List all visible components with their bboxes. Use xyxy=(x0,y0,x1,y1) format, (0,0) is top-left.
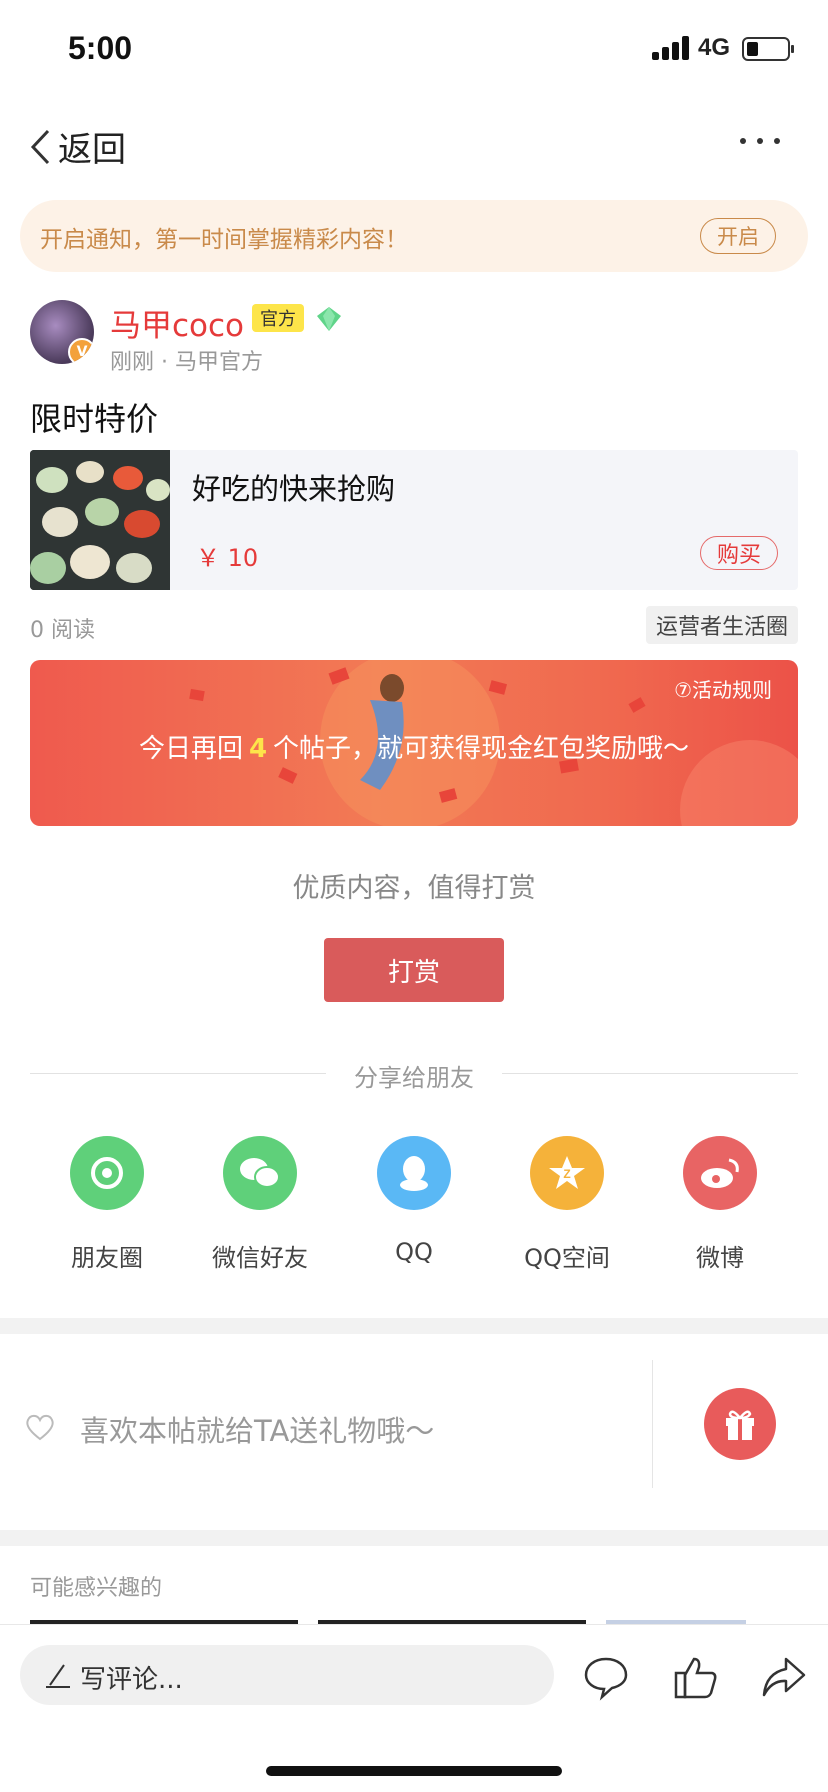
signal-icon xyxy=(652,36,690,60)
notification-banner: 开启通知，第一时间掌握精彩内容！ 开启 xyxy=(20,200,808,272)
share-heading-label: 分享给朋友 xyxy=(354,1064,474,1092)
share-moments[interactable]: 朋友圈 xyxy=(42,1136,172,1273)
recommend-heading: 可能感兴趣的 xyxy=(30,1576,163,1601)
circle-tag[interactable]: 运营者生活圈 xyxy=(645,606,798,644)
share-qzone-label: QQ空间 xyxy=(524,1244,610,1272)
status-time: 5:00 xyxy=(68,30,133,66)
back-label: 返回 xyxy=(58,130,126,170)
banner-message-prefix: 今日再回 xyxy=(138,734,243,764)
product-name: 好吃的快来抢购 xyxy=(192,472,396,506)
heart-icon[interactable] xyxy=(24,1412,56,1442)
comment-placeholder: 写评论... xyxy=(80,1665,183,1695)
gift-prompt: 喜欢本帖就给TA送礼物哦～ xyxy=(80,1414,435,1448)
network-label: 4G xyxy=(698,34,731,61)
read-count: 0 阅读 xyxy=(30,618,95,643)
back-button[interactable]: 返回 xyxy=(28,122,126,171)
wechat-icon xyxy=(223,1136,297,1210)
svg-text:Z: Z xyxy=(563,1167,570,1181)
bottom-action-bar: 写评论... xyxy=(0,1624,828,1734)
notification-text: 开启通知，第一时间掌握精彩内容！ xyxy=(40,227,408,253)
share-qzone[interactable]: Z QQ空间 xyxy=(502,1136,632,1273)
product-image xyxy=(30,450,170,590)
verified-badge: V xyxy=(68,338,94,364)
diamond-icon xyxy=(317,307,341,331)
nav-bar: 返回 xyxy=(0,98,828,190)
battery-icon xyxy=(742,37,794,61)
like-icon[interactable] xyxy=(672,1653,720,1701)
reward-activity-banner[interactable]: ⑦活动规则 今日再回 4 个帖子，就可获得现金红包奖励哦～ xyxy=(30,660,798,826)
share-weibo[interactable]: 微博 xyxy=(655,1136,785,1273)
divider xyxy=(652,1360,653,1488)
qzone-icon: Z xyxy=(530,1136,604,1210)
weibo-icon xyxy=(683,1136,757,1210)
home-indicator xyxy=(266,1766,562,1776)
banner-count: 4 xyxy=(248,734,268,764)
product-price: ￥ 10 xyxy=(196,544,259,572)
section-divider xyxy=(0,1530,828,1546)
qq-icon xyxy=(377,1136,451,1210)
official-tag: 官方 xyxy=(252,304,304,332)
status-bar: 5:00 4G xyxy=(0,0,828,98)
pen-icon xyxy=(46,1664,70,1688)
reward-tip: 优质内容，值得打赏 xyxy=(292,873,536,904)
send-gift-button[interactable] xyxy=(704,1388,776,1460)
section-divider xyxy=(0,1318,828,1334)
share-wechat[interactable]: 微信好友 xyxy=(195,1136,325,1273)
more-icon[interactable] xyxy=(740,138,780,148)
gift-icon xyxy=(726,1410,754,1440)
chevron-left-icon xyxy=(30,129,50,164)
comment-icon[interactable] xyxy=(582,1653,630,1701)
banner-message-suffix: 个帖子，就可获得现金红包奖励哦～ xyxy=(273,734,690,764)
buy-button[interactable]: 购买 xyxy=(700,536,778,570)
share-qq[interactable]: QQ xyxy=(349,1136,479,1266)
share-weibo-label: 微博 xyxy=(696,1244,744,1272)
share-heading: 分享给朋友 xyxy=(30,1058,798,1092)
comment-input[interactable]: 写评论... xyxy=(20,1645,554,1705)
share-qq-label: QQ xyxy=(395,1238,433,1266)
author-info: V 马甲coco 官方 刚刚 · 马甲官方 xyxy=(30,300,810,376)
share-moments-label: 朋友圈 xyxy=(71,1244,143,1272)
enable-notification-button[interactable]: 开启 xyxy=(700,218,776,254)
reward-button[interactable]: 打赏 xyxy=(324,938,504,1002)
author-name[interactable]: 马甲coco xyxy=(110,300,244,345)
gift-section: 喜欢本帖就给TA送礼物哦～ xyxy=(0,1336,828,1530)
moments-icon xyxy=(70,1136,144,1210)
product-card[interactable]: 好吃的快来抢购 ￥ 10 购买 xyxy=(30,450,798,590)
share-wechat-label: 微信好友 xyxy=(212,1244,308,1272)
share-icon[interactable] xyxy=(760,1653,808,1701)
activity-rules-link[interactable]: ⑦活动规则 xyxy=(674,674,772,703)
avatar[interactable]: V xyxy=(30,300,94,364)
post-meta: 刚刚 · 马甲官方 xyxy=(110,350,263,375)
post-title: 限时特价 xyxy=(30,400,159,438)
banner-message: 今日再回 4 个帖子，就可获得现金红包奖励哦～ xyxy=(30,728,798,765)
